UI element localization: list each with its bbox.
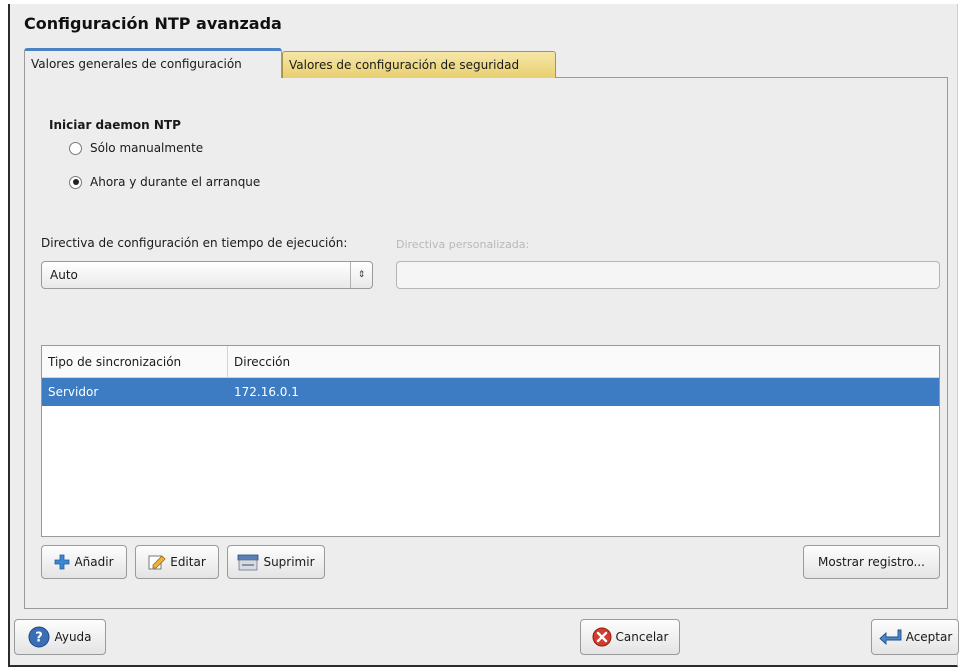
column-header-sync-type[interactable]: Tipo de sincronización (42, 346, 228, 377)
edit-button-label: Editar (170, 555, 206, 569)
plus-icon (54, 554, 70, 570)
accept-button[interactable]: Aceptar (871, 619, 959, 655)
daemon-heading: Iniciar daemon NTP (49, 118, 181, 132)
radio-selected-dot (72, 179, 79, 185)
add-button-label: Añadir (74, 555, 114, 569)
radio-manual-label: Sólo manualmente (90, 141, 204, 155)
tab-panel-general: Iniciar daemon NTP Sólo manualmente Ahor… (24, 77, 948, 609)
table-header: Tipo de sincronización Dirección (42, 346, 939, 378)
delete-icon (237, 553, 259, 571)
runtime-policy-label: Directiva de configuración en tiempo de … (41, 236, 348, 250)
add-button[interactable]: Añadir (41, 545, 127, 579)
runtime-policy-value: Auto (50, 268, 78, 282)
table-row[interactable]: Servidor 172.16.0.1 (42, 378, 939, 406)
delete-button-label: Suprimir (263, 555, 315, 569)
show-log-button-label: Mostrar registro... (818, 555, 925, 569)
column-header-address[interactable]: Dirección (228, 346, 290, 377)
radio-now-and-boot-label: Ahora y durante el arranque (90, 175, 261, 189)
help-button[interactable]: ? Ayuda (14, 619, 106, 655)
edit-icon (148, 554, 166, 570)
radio-manual-only[interactable]: Sólo manualmente (69, 141, 203, 155)
enter-arrow-icon (878, 628, 902, 646)
dialog-title: Configuración NTP avanzada (24, 14, 282, 33)
radio-now-and-boot[interactable]: Ahora y durante el arranque (69, 175, 260, 189)
cancel-icon (592, 627, 612, 647)
tab-security-settings[interactable]: Valores de configuración de seguridad (282, 51, 556, 78)
tab-general-settings[interactable]: Valores generales de configuración (24, 48, 282, 78)
accept-button-label: Aceptar (905, 630, 953, 644)
delete-button[interactable]: Suprimir (227, 545, 325, 579)
radio-button-now-and-boot[interactable] (69, 175, 82, 189)
cell-sync-type: Servidor (48, 385, 99, 399)
help-icon: ? (28, 626, 50, 648)
ntp-dialog: Configuración NTP avanzada Valores gener… (8, 4, 959, 667)
custom-policy-input (396, 261, 940, 289)
help-button-label: Ayuda (54, 630, 92, 644)
cancel-button-label: Cancelar (615, 630, 669, 644)
svg-text:?: ? (36, 631, 44, 646)
cancel-button[interactable]: Cancelar (580, 619, 680, 655)
radio-button-manual[interactable] (69, 141, 82, 155)
custom-policy-label: Directiva personalizada: (396, 238, 530, 251)
chevron-up-down-icon: ⇕ (350, 262, 372, 288)
sync-table[interactable]: Tipo de sincronización Dirección Servido… (41, 345, 940, 537)
cell-address: 172.16.0.1 (234, 385, 299, 399)
edit-button[interactable]: Editar (135, 545, 219, 579)
runtime-policy-select[interactable]: Auto ⇕ (41, 261, 373, 289)
show-log-button[interactable]: Mostrar registro... (803, 545, 940, 579)
